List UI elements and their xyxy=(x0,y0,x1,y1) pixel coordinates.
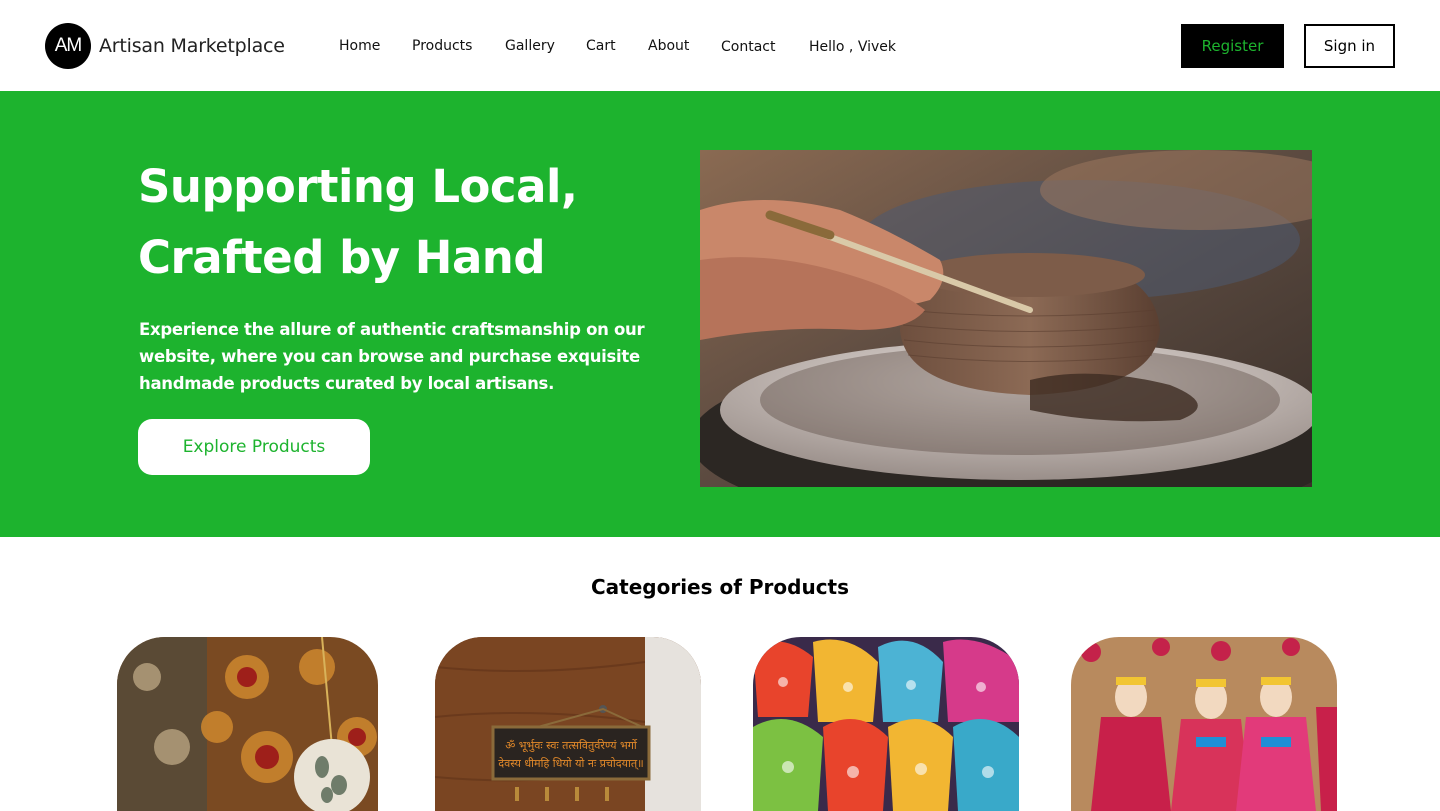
user-greeting: Hello , Vivek xyxy=(809,39,897,55)
logo-mark-icon: AM xyxy=(45,23,91,69)
register-button[interactable]: Register xyxy=(1181,24,1284,68)
hero-title-line-2: Crafted by Hand xyxy=(138,231,546,284)
pottery-hero-image xyxy=(700,150,1312,487)
nav-contact[interactable]: Contact xyxy=(721,39,775,55)
nav-about[interactable]: About xyxy=(648,38,689,54)
mojari-shoes-image xyxy=(753,637,1019,811)
nav-gallery[interactable]: Gallery xyxy=(505,38,555,54)
rajasthani-puppets-image xyxy=(1071,637,1337,811)
category-card-fabric[interactable] xyxy=(117,637,378,811)
category-card-nameplate[interactable]: ॐ भूर्भुवः स्वः तत्सवितुर्वरेण्यं भर्गो … xyxy=(435,637,701,811)
nameplate-sign-text-line-1: ॐ भूर्भुवः स्वः तत्सवितुर्वरेण्यं भर्गो xyxy=(505,739,638,753)
hero-section: Supporting Local, Crafted by Hand Experi… xyxy=(0,91,1440,537)
nav-products[interactable]: Products xyxy=(412,38,472,54)
nameplate-sign-text-line-2: देवस्य धीमहि धियो यो नः प्रचोदयात्॥ xyxy=(498,757,643,770)
brand-logo[interactable]: AM Artisan Marketplace xyxy=(45,23,285,69)
nav-cart[interactable]: Cart xyxy=(586,38,616,54)
nav-home[interactable]: Home xyxy=(339,38,380,54)
hero-title: Supporting Local, Crafted by Hand xyxy=(138,151,658,293)
block-print-fabric-image xyxy=(117,637,378,811)
hero-description: Experience the allure of authentic craft… xyxy=(139,320,645,393)
pottery-wheel-illustration xyxy=(700,150,1312,487)
hero-title-line-1: Supporting Local, xyxy=(138,160,578,213)
wooden-nameplate-image: ॐ भूर्भुवः स्वः तत्सवितुर्वरेण्यं भर्गो … xyxy=(435,637,701,811)
sign-in-button[interactable]: Sign in xyxy=(1304,24,1395,68)
brand-name: Artisan Marketplace xyxy=(99,35,285,57)
category-card-footwear[interactable] xyxy=(753,637,1019,811)
site-header: AM Artisan Marketplace Home Products Gal… xyxy=(0,0,1440,91)
categories-title: Categories of Products xyxy=(590,575,850,599)
explore-products-button[interactable]: Explore Products xyxy=(138,419,370,475)
category-card-puppets[interactable] xyxy=(1071,637,1337,811)
